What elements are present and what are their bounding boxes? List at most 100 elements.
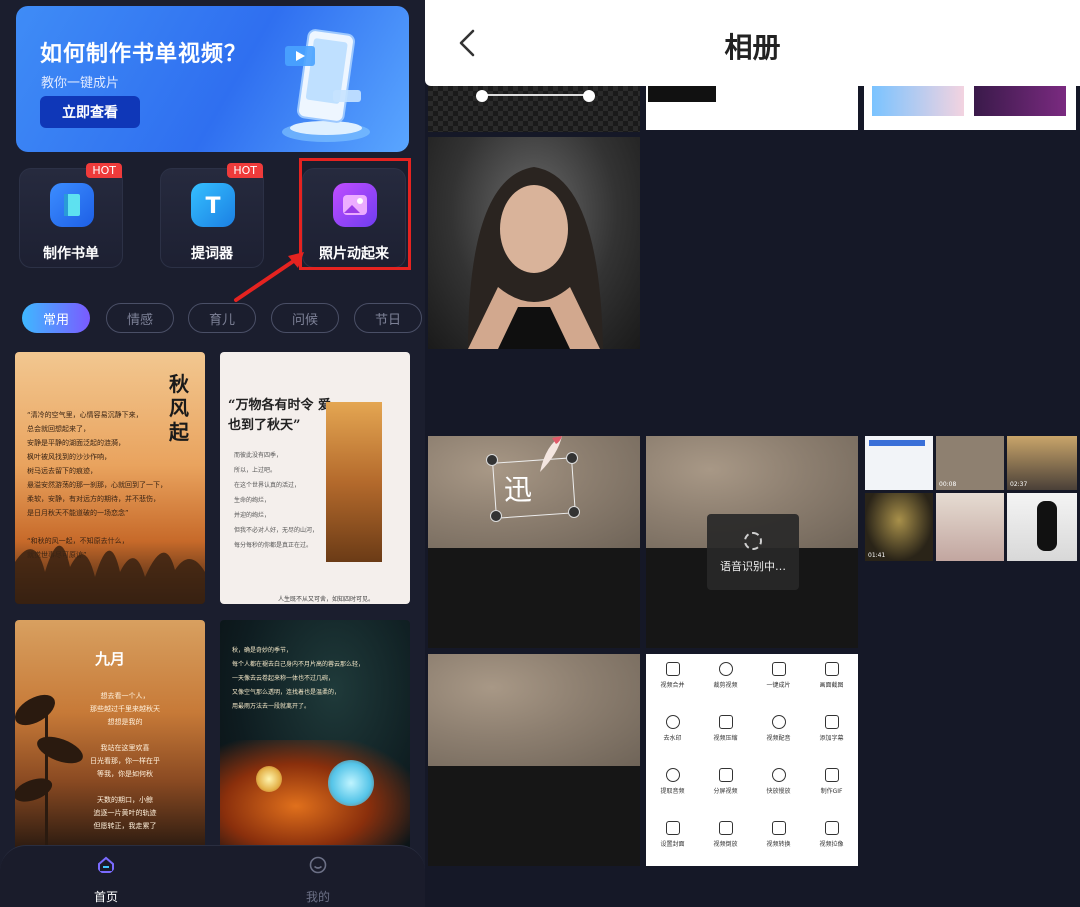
chip-greeting[interactable]: 问候 (271, 303, 339, 333)
card-line (55, 729, 195, 742)
template-card[interactable]: “万物各有时令 爱也到了秋天” 而彼此没有四季， 所以，上过吧。 在这个世界认真… (220, 352, 410, 604)
card-line: 追逐一片黄叶的轨迹 (93, 809, 157, 817)
card-line: 我站在这里欢喜 (100, 744, 150, 752)
chip-parenting[interactable]: 育儿 (188, 303, 256, 333)
nav-profile[interactable]: 我的 (288, 856, 348, 905)
page-title: 相册 (724, 31, 781, 64)
template-card[interactable]: 九月 想去看一个人， 那些越过千里来越秋天 想想是我的 我站在这里欢喜 日光看那… (15, 620, 205, 850)
photo-thumb[interactable] (1007, 493, 1077, 561)
sand-video-thumbnail[interactable]: 迅 (428, 436, 640, 548)
menu-item[interactable]: 视频倒放 (699, 813, 752, 866)
highlight-box (299, 158, 411, 270)
card-line: 每个人都在褪去白己身内不月片高的蓉云那么轻， (232, 661, 365, 668)
promo-banner[interactable]: 如何制作书单视频？ 教你一键成片 立即查看 (16, 6, 409, 152)
card-line: 每分每秒的你都是真正在过。 (234, 542, 313, 549)
menu-item[interactable]: 制作GIF (805, 760, 858, 813)
menu-item[interactable]: 分屏视频 (699, 760, 752, 813)
template-card[interactable]: 秋，确是奇妙的季节， 每个人都在褪去白己身内不月片高的蓉云那么轻， 一天像去云卷… (220, 620, 410, 850)
tools-menu-screenshot[interactable]: 视频合并 裁剪视频 一键成片 画面截图 去水印 视频压缩 视频配音 添加字幕 提… (646, 654, 858, 866)
portrait-photo[interactable] (428, 137, 640, 349)
duration-label: 01:41 (868, 552, 886, 559)
app-screenshot-thumbnail[interactable] (646, 86, 858, 130)
chip-festival[interactable]: 节日 (354, 303, 422, 333)
card-line: 树马远去留下的痕迹， (27, 467, 97, 475)
menu-item[interactable]: 添加字幕 (805, 707, 858, 760)
menu-item[interactable]: 视频压缩 (699, 707, 752, 760)
card-line: 但愿转正，我走累了 (93, 822, 157, 830)
card-line: 总会就回想起来了， (27, 425, 90, 433)
video-editor-thumbnail[interactable] (428, 86, 640, 132)
card-line: “清冷的空气里，心情容易沉静下来， (27, 411, 143, 419)
menu-item[interactable]: 快放慢放 (752, 760, 805, 813)
menu-label: 视频拉像 (819, 841, 844, 848)
menu-item[interactable]: 画面截图 (805, 654, 858, 707)
watermark-icon (665, 715, 680, 729)
nav-home[interactable]: 首页 (76, 856, 136, 905)
card-line: 生命的绚烂， (234, 497, 271, 504)
video-thumb[interactable]: 00:08 (936, 436, 1004, 490)
menu-item[interactable]: 视频配音 (752, 707, 805, 760)
card-line: 是日月秋天不能道破的一场恋念” (27, 509, 129, 517)
sand-video-thumbnail[interactable] (428, 654, 640, 766)
card-line: 但我不必对人好，无尽的山河， (234, 527, 319, 534)
card-text: 而彼此没有四季， 所以，上过吧。 在这个世界认真的活过， 生命的绚烂， 并迎的绚… (234, 448, 334, 553)
hot-badge: HOT (86, 163, 122, 178)
card-text: “清冷的空气里，心情容易沉静下来， 总会就回想起来了， 安静是平静的湖面泛起的涟… (27, 408, 192, 562)
card-line: 就觉世事尽可原谅” (27, 551, 87, 559)
menu-item[interactable]: 设置封面 (646, 813, 699, 866)
tool-make-booklist[interactable]: 制作书单 HOT (19, 163, 123, 268)
photo-thumb[interactable] (936, 493, 1004, 561)
video-thumbnail-bottom[interactable] (428, 766, 640, 866)
app-screenshot-thumbnail[interactable] (864, 86, 1076, 130)
menu-item[interactable]: 一键成片 (752, 654, 805, 707)
menu-item[interactable]: 视频合并 (646, 654, 699, 707)
rotate-icon[interactable] (490, 510, 502, 522)
video-thumb[interactable]: 02:37 (1007, 436, 1077, 490)
card-line: 柔软，安静，有对远方的期待，并不悲伤， (27, 495, 160, 503)
light-bokeh (256, 766, 282, 792)
menu-label: 视频倒放 (713, 841, 738, 848)
menu-item[interactable]: 裁剪视频 (699, 654, 752, 707)
edit-icon[interactable] (566, 452, 578, 464)
sticker-char: 迅 (504, 473, 533, 506)
card-line (27, 520, 192, 534)
menu-label: 快放慢放 (766, 788, 791, 795)
chip-common[interactable]: 常用 (22, 303, 90, 333)
frame-icon (824, 821, 839, 835)
menu-item[interactable]: 提取音频 (646, 760, 699, 813)
thumb-bar (869, 440, 925, 446)
dubbing-icon (771, 715, 786, 729)
bottom-nav: 首页 我的 (0, 845, 425, 907)
screen: 如何制作书单视频？ 教你一键成片 立即查看 制作书单 HOT T 提词器 HOT… (0, 0, 1080, 907)
video-thumb[interactable]: 01:41 (865, 493, 933, 561)
menu-label: 分屏视频 (713, 788, 738, 795)
speech-recognition-toast: 语音识别中… (707, 514, 799, 590)
menu-item[interactable]: 去水印 (646, 707, 699, 760)
resize-icon[interactable] (568, 506, 580, 518)
home-icon (98, 856, 114, 873)
tool-label: 制作书单 (43, 246, 99, 262)
template-card[interactable]: 秋风起 “清冷的空气里，心情容易沉静下来， 总会就回想起来了， 安静是平静的湖面… (15, 352, 205, 604)
card-line: 用最雨万法去一段就离开了。 (232, 703, 311, 710)
split-screen-icon (718, 768, 733, 782)
screenshot-icon (824, 662, 839, 676)
card-line: 而彼此没有四季， (234, 452, 283, 459)
menu-item[interactable]: 视频转换 (752, 813, 805, 866)
screenshot-thumb[interactable] (865, 436, 933, 490)
banner-subtitle: 教你一键成片 (41, 76, 120, 91)
card-title: 九月 (94, 650, 125, 668)
thumb-image (872, 86, 964, 116)
chip-emotion[interactable]: 情感 (106, 303, 174, 333)
album-header: 相册 (425, 0, 1080, 86)
sunset-glow (220, 740, 410, 850)
profile-icon (309, 856, 327, 874)
timeline-bar (478, 94, 593, 96)
loading-spinner-icon (744, 532, 762, 550)
video-thumbnail-bottom[interactable] (428, 548, 640, 648)
compress-icon (718, 715, 733, 729)
nav-label: 首页 (93, 890, 118, 904)
teleprompter-icon: T (191, 183, 235, 227)
view-now-button[interactable]: 立即查看 (40, 96, 140, 128)
menu-item[interactable]: 视频拉像 (805, 813, 858, 866)
close-icon[interactable] (486, 454, 498, 466)
